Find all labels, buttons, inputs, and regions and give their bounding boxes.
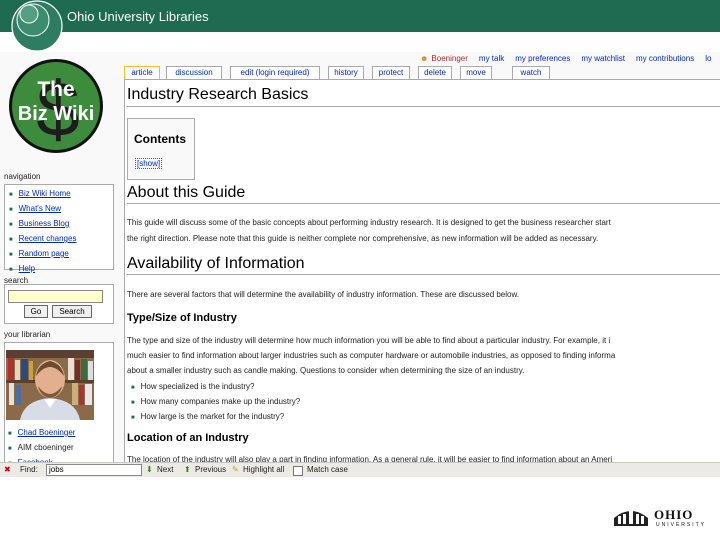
ohio-university-seal-icon (614, 511, 648, 526)
ohio-wordmark: OHIO (654, 507, 694, 522)
user-link[interactable]: Boeninger (431, 54, 467, 63)
librarian-photo (6, 350, 94, 420)
close-find-icon[interactable]: ✖ (4, 465, 11, 474)
previous-arrow-icon: ⬆ (184, 465, 191, 474)
wiki-frame: $ The Biz Wiki navigation Biz Wiki Home … (0, 52, 720, 476)
nav-link-random-page[interactable]: Random page (9, 247, 113, 262)
librarian-heading: your librarian (4, 330, 51, 339)
tab-watch[interactable]: watch (512, 66, 550, 79)
header-title: Ohio University Libraries (67, 9, 209, 24)
go-button[interactable]: Go (24, 305, 48, 318)
heading-location: Location of an Industry (127, 432, 249, 444)
type-size-line-1: The type and size of the industry will d… (127, 336, 611, 345)
my-watchlist-link[interactable]: my watchlist (581, 54, 625, 63)
bullet-market: How large is the market for the industry… (131, 412, 285, 421)
header-bar: Ohio University Libraries (0, 0, 720, 32)
biz-wiki-logo[interactable]: $ The Biz Wiki (8, 58, 104, 154)
tab-move[interactable]: move (460, 66, 492, 79)
highlight-icon: ✎ (232, 465, 239, 474)
find-previous-button[interactable]: Previous (195, 465, 226, 474)
title-divider (127, 106, 720, 107)
user-icon: ☻ (420, 54, 429, 63)
my-talk-link[interactable]: my talk (479, 54, 504, 63)
highlight-all-button[interactable]: Highlight all (243, 465, 284, 474)
logo-line2: Biz Wiki (18, 103, 95, 125)
toc-title: Contents (134, 132, 186, 146)
personal-tools: ☻ Boeninger my talk my preferences my watchl… (420, 54, 720, 66)
nav-link-recent-changes[interactable]: Recent changes (9, 232, 113, 247)
heading-availability-rule (127, 274, 720, 275)
tab-edit[interactable]: edit (login required) (230, 66, 320, 79)
about-line-1: This guide will discuss some of the basi… (127, 218, 611, 227)
heading-about-rule (127, 203, 720, 204)
navigation-heading: navigation (4, 172, 41, 181)
librarian-link-name[interactable]: Chad Boeninger (8, 426, 76, 441)
content-area: ☻ Boeninger my talk my preferences my watchl… (120, 52, 720, 476)
heading-about: About this Guide (127, 184, 246, 201)
tab-discussion[interactable]: discussion (166, 66, 222, 79)
heading-availability: Availability of Information (127, 255, 305, 272)
logo-line1: The (37, 78, 74, 101)
bullet-specialized: How specialized is the industry? (131, 382, 255, 391)
match-case-label: Match case (307, 465, 348, 474)
page-title: Industry Research Basics (127, 86, 309, 103)
match-case-checkbox[interactable] (293, 466, 303, 476)
article-body: Industry Research Basics Contents [show]… (124, 79, 720, 476)
tab-article[interactable]: article (124, 66, 160, 80)
search-input[interactable] (8, 290, 103, 303)
find-bar: ✖ Find: jobs ⬇ Next ⬆ Previous ✎ Highlig… (0, 462, 720, 477)
nav-link-home[interactable]: Biz Wiki Home (9, 187, 113, 202)
heading-type-size: Type/Size of Industry (127, 312, 237, 324)
bullet-companies: How many companies make up the industry? (131, 397, 301, 406)
toc-show-toggle[interactable]: [show] (135, 158, 163, 169)
my-contributions-link[interactable]: my contributions (636, 54, 694, 63)
librarian-link-aim[interactable]: AIM cboeninger (8, 441, 75, 456)
my-preferences-link[interactable]: my preferences (515, 54, 570, 63)
logout-link[interactable]: lo (705, 54, 711, 63)
university-wordmark: UNIVERSITY (656, 522, 707, 528)
sidebar: $ The Biz Wiki navigation Biz Wiki Home … (0, 52, 120, 476)
nav-link-help[interactable]: Help (9, 262, 113, 277)
search-button[interactable]: Search (52, 305, 92, 318)
tab-history[interactable]: history (328, 66, 364, 79)
find-label: Find: (20, 465, 38, 474)
ou-circles-logo-icon (11, 0, 63, 52)
table-of-contents: Contents [show] (127, 118, 195, 180)
type-size-line-2: much easier to find information about la… (127, 351, 616, 360)
about-line-2: the right direction. Please note that th… (127, 234, 599, 243)
tab-delete[interactable]: delete (418, 66, 452, 79)
next-arrow-icon: ⬇ (146, 465, 153, 474)
nav-link-whats-new[interactable]: What's New (9, 202, 113, 217)
availability-line: There are several factors that will dete… (127, 290, 520, 299)
find-input[interactable]: jobs (46, 464, 142, 476)
type-size-line-3: about a smaller industry such as candle … (127, 366, 525, 375)
nav-link-business-blog[interactable]: Business Blog (9, 217, 113, 232)
navigation-box: Biz Wiki Home What's New Business Blog R… (4, 184, 114, 273)
find-next-button[interactable]: Next (157, 465, 173, 474)
tab-protect[interactable]: protect (372, 66, 410, 79)
